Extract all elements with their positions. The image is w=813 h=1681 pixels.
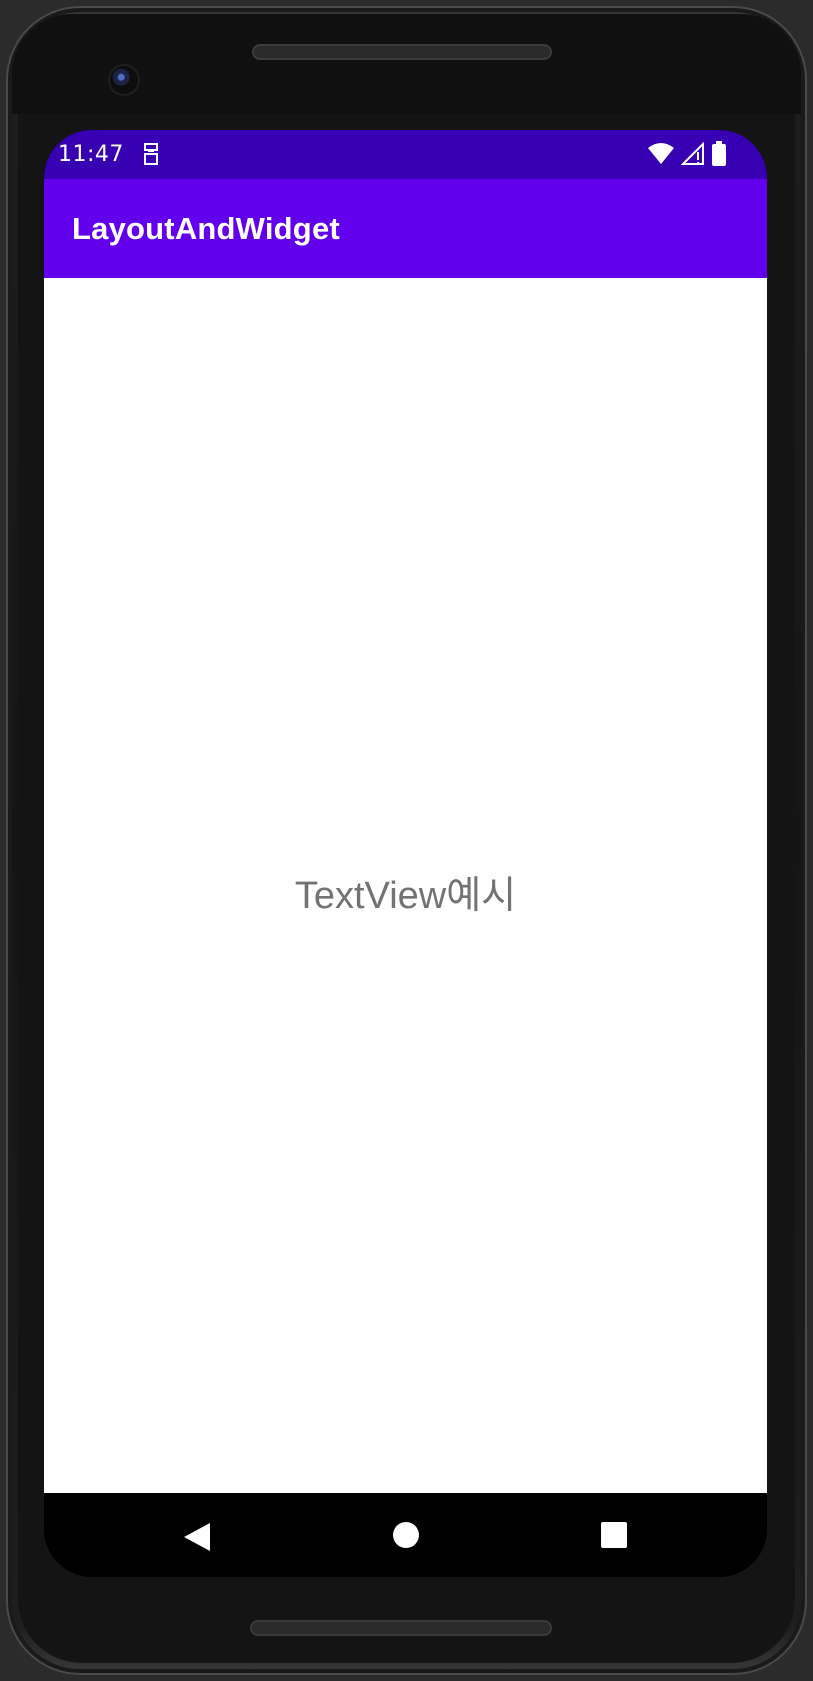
app-title: LayoutAndWidget bbox=[72, 211, 340, 246]
battery-icon bbox=[712, 141, 726, 166]
phone-top-band bbox=[12, 14, 801, 114]
home-icon[interactable] bbox=[392, 1521, 420, 1549]
status-bar: 11:47 bbox=[44, 130, 767, 179]
sim-card-icon bbox=[144, 143, 158, 165]
earpiece-speaker bbox=[252, 44, 552, 60]
wifi-icon bbox=[648, 143, 674, 164]
cell-signal-icon bbox=[681, 142, 704, 165]
text-view: TextView예시 bbox=[294, 875, 517, 917]
navigation-bar bbox=[44, 1493, 767, 1577]
recents-icon[interactable] bbox=[600, 1521, 628, 1549]
status-time: 11:47 bbox=[58, 142, 124, 167]
front-camera bbox=[110, 66, 138, 94]
phone-screen: 11:47 LayoutAndWidget TextView예시 bbox=[44, 130, 767, 1577]
app-bar: LayoutAndWidget bbox=[44, 179, 767, 278]
bottom-speaker bbox=[250, 1620, 552, 1636]
back-icon[interactable] bbox=[182, 1521, 212, 1553]
main-content: TextView예시 bbox=[44, 278, 767, 1493]
status-icons bbox=[647, 141, 727, 167]
